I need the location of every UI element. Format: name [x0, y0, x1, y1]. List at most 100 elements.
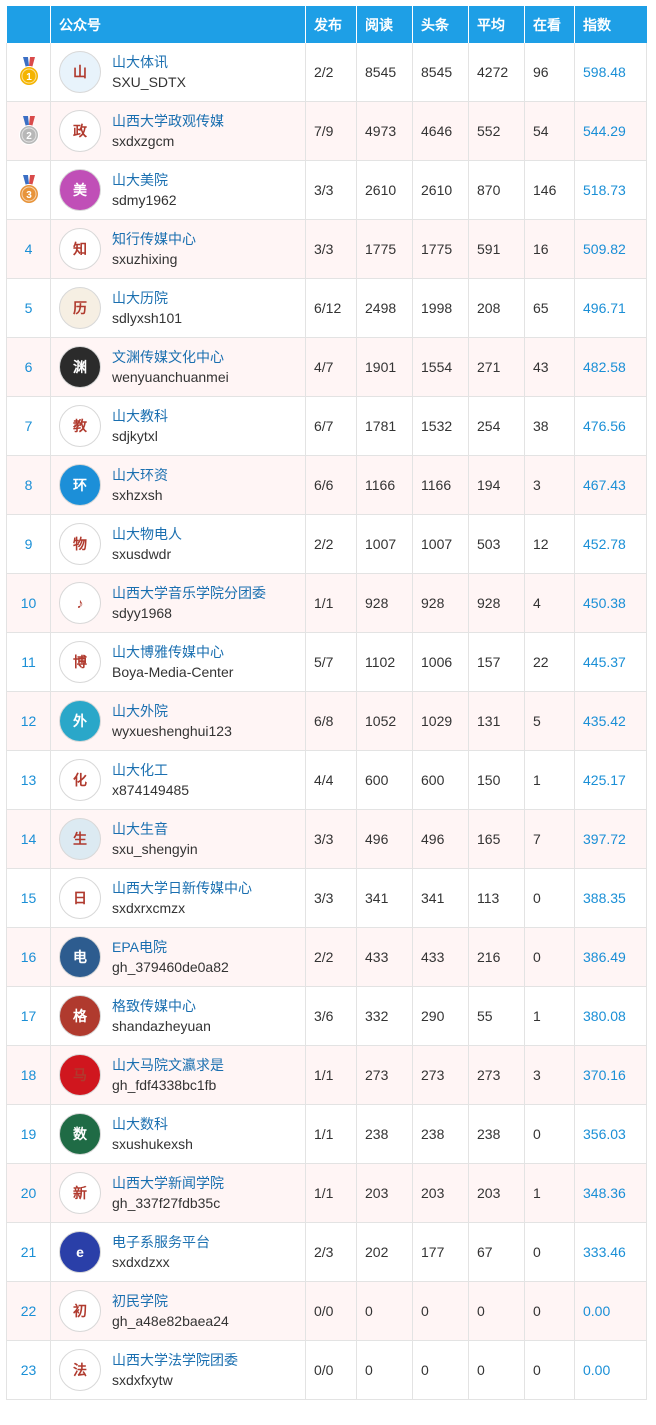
table-row[interactable]: 17 格 格致传媒中心 shandazheyuan 3/6 332 290 55 1 380.08	[6, 986, 647, 1046]
account-cell[interactable]: 知 知行传媒中心 sxuzhixing	[50, 219, 306, 279]
pattern-logo-icon[interactable]: 日	[59, 877, 101, 919]
wave-logo-icon[interactable]: 环	[59, 464, 101, 506]
account-name-link[interactable]: 山大化工	[112, 760, 189, 780]
header-average[interactable]: 平均	[468, 6, 525, 43]
university-seal-icon[interactable]: 电	[59, 936, 101, 978]
account-cell[interactable]: 马 山大马院文瀛求是 gh_fdf4338bc1fb	[50, 1045, 306, 1105]
table-row[interactable]: 11 博 山大博雅传媒中心 Boya-Media-Center 5/7 1102 1006 1…	[6, 632, 647, 692]
account-name-link[interactable]: EPA电院	[112, 937, 229, 957]
account-cell[interactable]: 初 初民学院 gh_a48e82baea24	[50, 1281, 306, 1341]
header-reads[interactable]: 阅读	[356, 6, 413, 43]
account-cell[interactable]: ♪ 山西大学音乐学院分团委 sdyy1968	[50, 573, 306, 633]
table-row[interactable]: 8 环山大环资 sxhzxsh 6/6 1166 1166 194 3 467.43	[6, 455, 647, 515]
account-cell[interactable]: 化 山大化工 x874149485	[50, 750, 306, 810]
table-row[interactable]: 18 马山大马院文瀛求是 gh_fdf4338bc1fb 1/1 273 273 273 3 3…	[6, 1045, 647, 1105]
header-watching[interactable]: 在看	[524, 6, 575, 43]
account-cell[interactable]: 博 山大博雅传媒中心 Boya-Media-Center	[50, 632, 306, 692]
account-name-link[interactable]: 山大数科	[112, 1114, 193, 1134]
account-name-link[interactable]: 山大美院	[112, 170, 177, 190]
table-row[interactable]: 4 知知行传媒中心 sxuzhixing 3/3 1775 1775 591 16 509.82	[6, 219, 647, 279]
account-cell[interactable]: 历 山大历院 sdlyxsh101	[50, 278, 306, 338]
butterfly-logo-icon[interactable]: 生	[59, 818, 101, 860]
table-row[interactable]: 15 日山西大学日新传媒中心 sxdxrxcmzx 3/3 341 341 113 0 388.…	[6, 868, 647, 928]
emblem-icon[interactable]: 法	[59, 1349, 101, 1391]
account-name-link[interactable]: 山西大学法学院团委	[112, 1350, 238, 1370]
table-row[interactable]: 21 e 电子系服务平台 sxdxdzxx 2/3 202 177 67 0 333.46	[6, 1222, 647, 1282]
account-name-link[interactable]: 山大教科	[112, 406, 168, 426]
table-row[interactable]: 9 物山大物电人 sxusdwdr 2/2 1007 1007 503 12 452.78	[6, 514, 647, 574]
red-cube-logo-icon[interactable]: 马	[59, 1054, 101, 1096]
account-name-link[interactable]: 山大外院	[112, 701, 232, 721]
table-row[interactable]: 5 历 山大历院 sdlyxsh101 6/12 2498 1998 208 65 496.71	[6, 278, 647, 338]
table-row[interactable]: 10 ♪ 山西大学音乐学院分团委 sdyy1968 1/1 928 928 928 4 450.3…	[6, 573, 647, 633]
script-logo-icon[interactable]: 新	[59, 1172, 101, 1214]
account-cell[interactable]: 环 山大环资 sxhzxsh	[50, 455, 306, 515]
table-row[interactable]: 3 美山大美院 sdmy1962 3/3 2610 2610 870 146 518.73	[6, 160, 647, 220]
account-name-link[interactable]: 山大体讯	[112, 52, 186, 72]
account-cell[interactable]: 生 山大生音 sxu_shengyin	[50, 809, 306, 869]
building-emblem-icon[interactable]: 历	[59, 287, 101, 329]
globe-logo-icon[interactable]: 外	[59, 700, 101, 742]
account-cell[interactable]: 政 山西大学政观传媒 sxdxzgcm	[50, 101, 306, 161]
account-cell[interactable]: 山 山大体讯 SXU_SDTX	[50, 43, 306, 102]
red-seal-icon[interactable]: 教	[59, 405, 101, 447]
account-name-link[interactable]: 山西大学日新传媒中心	[112, 878, 252, 898]
table-row[interactable]: 12 外 山大外院 wyxueshenghui123 6/8 1052 1029 131 5 43…	[6, 691, 647, 751]
table-row[interactable]: 2 政 山西大学政观传媒 sxdxzgcm 7/9 4973 4646 552 54 544.29	[6, 101, 647, 161]
account-name-link[interactable]: 初民学院	[112, 1291, 229, 1311]
account-name-link[interactable]: 山大历院	[112, 288, 182, 308]
account-name-link[interactable]: 山大博雅传媒中心	[112, 642, 233, 662]
table-row[interactable]: 14 生山大生音 sxu_shengyin 3/3 496 496 165 7 397.72	[6, 809, 647, 869]
calligraphy-logo-icon[interactable]: 政	[59, 110, 101, 152]
leaf-logo-icon[interactable]: 知	[59, 228, 101, 270]
header-index[interactable]: 指数	[574, 6, 647, 43]
account-cell[interactable]: 教 山大教科 sdjkytxl	[50, 396, 306, 456]
red-circle-logo-icon[interactable]: 格	[59, 995, 101, 1037]
campus-emblem-icon[interactable]: 山	[59, 51, 101, 93]
table-row[interactable]: 1 山山大体讯 SXU_SDTX 2/2 8545 8545 4272 96 598.48	[6, 43, 647, 102]
table-row[interactable]: 19 数山大数科 sxushukexsh 1/1 238 238 238 0 356.03	[6, 1104, 647, 1164]
ink-logo-icon[interactable]: 渊	[59, 346, 101, 388]
account-name-link[interactable]: 文渊传媒文化中心	[112, 347, 229, 367]
account-name-link[interactable]: 山西大学音乐学院分团委	[112, 583, 266, 603]
account-name-link[interactable]: 山大物电人	[112, 524, 182, 544]
account-cell[interactable]: 渊 文渊传媒文化中心 wenyuanchuanmei	[50, 337, 306, 397]
account-cell[interactable]: 外 山大外院 wyxueshenghui123	[50, 691, 306, 751]
table-row[interactable]: 16 电 EPA电院 gh_379460de0a82 2/2 433 433 216 0 386.…	[6, 927, 647, 987]
account-cell[interactable]: 新 山西大学新闻学院 gh_337f27fdb35c	[50, 1163, 306, 1223]
colorful-logo-icon[interactable]: 美	[59, 169, 101, 211]
red-seal-icon[interactable]: 初	[59, 1290, 101, 1332]
account-cell[interactable]: 电 EPA电院 gh_379460de0a82	[50, 927, 306, 987]
blue-emblem-icon[interactable]: 物	[59, 523, 101, 565]
account-cell[interactable]: 格 格致传媒中心 shandazheyuan	[50, 986, 306, 1046]
header-headline[interactable]: 头条	[412, 6, 469, 43]
table-row[interactable]: 13 化山大化工 x874149485 4/4 600 600 150 1 425.17	[6, 750, 647, 810]
account-name-link[interactable]: 山西大学新闻学院	[112, 1173, 224, 1193]
header-publish[interactable]: 发布	[305, 6, 357, 43]
account-name-link[interactable]: 山大生音	[112, 819, 198, 839]
account-cell[interactable]: 美 山大美院 sdmy1962	[50, 160, 306, 220]
account-name-link[interactable]: 电子系服务平台	[112, 1232, 210, 1252]
table-row[interactable]: 20 新山西大学新闻学院 gh_337f27fdb35c 1/1 203 203 203 1 3…	[6, 1163, 647, 1223]
table-row[interactable]: 6 渊文渊传媒文化中心 wenyuanchuanmei 4/7 1901 1554 271 4…	[6, 337, 647, 397]
table-row[interactable]: 7 教 山大教科 sdjkytxl 6/7 1781 1532 254 38 476.56	[6, 396, 647, 456]
reads-cell: 1052	[356, 691, 413, 751]
swirl-logo-icon[interactable]: 博	[59, 641, 101, 683]
account-cell[interactable]: 数 山大数科 sxushukexsh	[50, 1104, 306, 1164]
account-cell[interactable]: 日 山西大学日新传媒中心 sxdxrxcmzx	[50, 868, 306, 928]
account-cell[interactable]: e 电子系服务平台 sxdxdzxx	[50, 1222, 306, 1282]
green-seal-icon[interactable]: 数	[59, 1113, 101, 1155]
table-row[interactable]: 22 初初民学院 gh_a48e82baea24 0/0 0 0 0 0 0.00	[6, 1281, 647, 1341]
e-logo-icon[interactable]: e	[59, 1231, 101, 1273]
header-account[interactable]: 公众号	[50, 6, 306, 43]
account-cell[interactable]: 物 山大物电人 sxusdwdr	[50, 514, 306, 574]
account-name-link[interactable]: 山大马院文瀛求是	[112, 1055, 224, 1075]
table-row[interactable]: 23 法山西大学法学院团委 sxdxfxytw 0/0 0 0 0 0 0.00	[6, 1340, 647, 1400]
account-name-link[interactable]: 山大环资	[112, 465, 168, 485]
account-name-link[interactable]: 知行传媒中心	[112, 229, 196, 249]
flask-logo-icon[interactable]: 化	[59, 759, 101, 801]
account-cell[interactable]: 法 山西大学法学院团委 sxdxfxytw	[50, 1340, 306, 1400]
music-logo-icon[interactable]: ♪	[59, 582, 101, 624]
account-name-link[interactable]: 格致传媒中心	[112, 996, 211, 1016]
account-name-link[interactable]: 山西大学政观传媒	[112, 111, 224, 131]
